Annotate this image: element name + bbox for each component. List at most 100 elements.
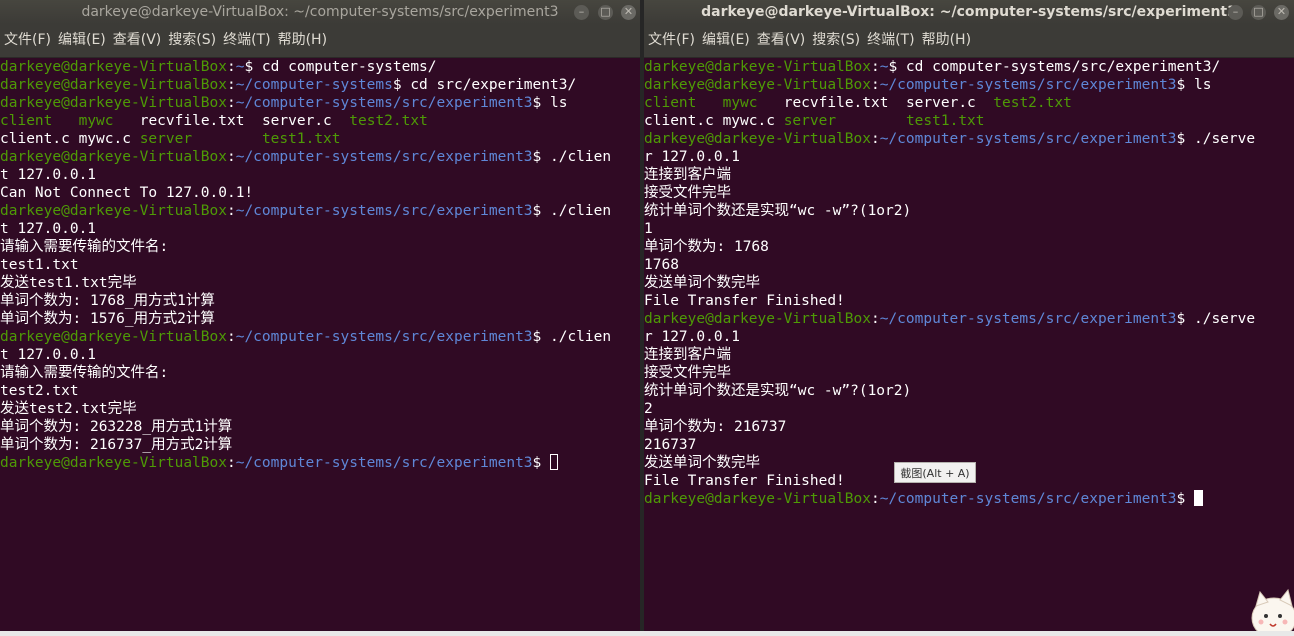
prompt-separator: :	[226, 59, 236, 75]
terminal-line: 单词个数为: 1768	[644, 238, 1286, 256]
menu-item[interactable]: 文件(F)	[0, 24, 51, 57]
title-bar[interactable]: darkeye@darkeye-VirtualBox: ~/computer-s…	[644, 0, 1294, 24]
prompt-user: darkeye@darkeye-VirtualBox	[644, 59, 871, 75]
ls-entry: mywc.c	[78, 131, 131, 147]
prompt-path: ~/computer-systems/src/experiment3	[235, 203, 533, 219]
terminal-line: darkeye@darkeye-VirtualBox:~$ cd compute…	[644, 58, 1286, 76]
terminal-window-left[interactable]: darkeye@darkeye-VirtualBox: ~/computer-s…	[0, 0, 640, 636]
maximize-button[interactable]: □	[1251, 5, 1266, 20]
terminal-line: darkeye@darkeye-VirtualBox:~/computer-sy…	[0, 454, 632, 472]
prompt-path: ~/computer-systems/src/experiment3	[879, 491, 1177, 507]
output-text: 请输入需要传输的文件名:	[0, 365, 169, 381]
output-text: Can Not Connect To 127.0.0.1!	[0, 185, 254, 201]
terminal-line: client.c mywc.c server test1.txt	[644, 112, 1286, 130]
output-text: 单词个数为: 216737	[644, 419, 787, 435]
output-text: 单词个数为: 1768_用方式1计算	[0, 293, 215, 309]
menu-item[interactable]: 搜索(S)	[164, 24, 216, 57]
menu-item[interactable]: 编辑(E)	[698, 24, 750, 57]
output-text: 2	[644, 401, 653, 417]
maximize-button[interactable]: □	[598, 5, 613, 20]
output-text: 接受文件完毕	[644, 185, 731, 201]
window-title: darkeye@darkeye-VirtualBox: ~/computer-s…	[701, 4, 1237, 20]
menu-item[interactable]: 查看(V)	[753, 24, 806, 57]
output-text: File Transfer Finished!	[644, 293, 845, 309]
terminal-line: r 127.0.0.1	[644, 328, 1286, 346]
minimize-button[interactable]: –	[1228, 5, 1243, 20]
terminal-line: File Transfer Finished!	[644, 292, 1286, 310]
output-text: File Transfer Finished!	[644, 473, 845, 489]
terminal-output[interactable]: darkeye@darkeye-VirtualBox:~$ cd compute…	[644, 58, 1286, 636]
terminal-output[interactable]: darkeye@darkeye-VirtualBox:~$ cd compute…	[0, 58, 632, 636]
menu-item[interactable]: 编辑(E)	[54, 24, 106, 57]
prompt-path: ~/computer-systems/src/experiment3	[879, 77, 1177, 93]
menu-bar: 文件(F) 编辑(E) 查看(V) 搜索(S) 终端(T) 帮助(H)	[644, 24, 1294, 58]
close-button[interactable]: ✕	[621, 5, 636, 20]
terminal-line: 1	[644, 220, 1286, 238]
output-text: 单词个数为: 1768	[644, 239, 769, 255]
prompt-separator: :	[870, 311, 880, 327]
terminal-line: darkeye@darkeye-VirtualBox:~/computer-sy…	[644, 490, 1286, 508]
terminal-line: t 127.0.0.1	[0, 346, 632, 364]
menu-item[interactable]: 帮助(H)	[918, 24, 971, 57]
prompt-separator: :	[226, 95, 236, 111]
ls-entry: mywc	[722, 95, 758, 111]
terminal-line: 连接到客户端	[644, 166, 1286, 184]
terminal-line: darkeye@darkeye-VirtualBox:~/computer-sy…	[0, 202, 632, 220]
terminal-line: 1768	[644, 256, 1286, 274]
terminal-line: darkeye@darkeye-VirtualBox:~/computer-sy…	[644, 76, 1286, 94]
prompt-separator: :	[870, 77, 880, 93]
close-button[interactable]: ✕	[1274, 5, 1289, 20]
prompt-dollar: $	[392, 77, 402, 93]
terminal-line: darkeye@darkeye-VirtualBox:~/computer-sy…	[644, 310, 1286, 328]
prompt-separator: :	[870, 491, 880, 507]
terminal-line: t 127.0.0.1	[0, 166, 632, 184]
terminal-line: darkeye@darkeye-VirtualBox:~/computer-sy…	[0, 148, 632, 166]
prompt-user: darkeye@darkeye-VirtualBox	[0, 329, 227, 345]
terminal-line: 请输入需要传输的文件名:	[0, 238, 632, 256]
ls-entry: recvfile.txt	[139, 113, 245, 129]
menu-item[interactable]: 搜索(S)	[808, 24, 860, 57]
output-text: 统计单词个数还是实现“wc -w”?(1or2)	[644, 203, 912, 219]
output-text: 单词个数为: 216737_用方式2计算	[0, 437, 233, 453]
prompt-path: ~/computer-systems	[235, 77, 393, 93]
output-text: r 127.0.0.1	[644, 329, 741, 345]
terminal-line: 发送单词个数完毕	[644, 274, 1286, 292]
cat-mascot-icon[interactable]	[1248, 578, 1294, 636]
ls-entry: client	[0, 113, 53, 129]
minimize-button[interactable]: –	[574, 5, 589, 20]
output-text: 发送test1.txt完毕	[0, 275, 137, 291]
prompt-user: darkeye@darkeye-VirtualBox	[0, 77, 227, 93]
output-text: 连接到客户端	[644, 347, 731, 363]
output-text: 发送单词个数完毕	[644, 275, 760, 291]
output-text: 单词个数为: 1576_用方式2计算	[0, 311, 215, 327]
prompt-dollar: $	[1176, 311, 1186, 327]
terminal-line: 发送test1.txt完毕	[0, 274, 632, 292]
prompt-path: ~/computer-systems/src/experiment3	[235, 95, 533, 111]
ls-entry: client.c	[0, 131, 70, 147]
title-bar[interactable]: darkeye@darkeye-VirtualBox: ~/computer-s…	[0, 0, 640, 24]
prompt-user: darkeye@darkeye-VirtualBox	[0, 149, 227, 165]
prompt-dollar: $	[532, 329, 542, 345]
output-text: 发送test2.txt完毕	[0, 401, 137, 417]
menu-item[interactable]: 文件(F)	[644, 24, 695, 57]
terminal-line: 接受文件完毕	[644, 184, 1286, 202]
terminal-line: darkeye@darkeye-VirtualBox:~$ cd compute…	[0, 58, 632, 76]
terminal-line: test2.txt	[0, 382, 632, 400]
output-text: t 127.0.0.1	[0, 347, 97, 363]
prompt-separator: :	[226, 329, 236, 345]
prompt-user: darkeye@darkeye-VirtualBox	[0, 455, 227, 471]
terminal-cursor	[550, 454, 558, 470]
menu-item[interactable]: 终端(T)	[863, 24, 914, 57]
output-text: 接受文件完毕	[644, 365, 731, 381]
menu-item[interactable]: 终端(T)	[219, 24, 270, 57]
terminal-line: 单词个数为: 216737_用方式2计算	[0, 436, 632, 454]
ls-entry: mywc.c	[722, 113, 775, 129]
terminal-line: 2	[644, 400, 1286, 418]
menu-item[interactable]: 查看(V)	[109, 24, 162, 57]
terminal-line: 统计单词个数还是实现“wc -w”?(1or2)	[644, 202, 1286, 220]
command-text: ./clien	[541, 329, 612, 345]
prompt-separator: :	[226, 203, 236, 219]
ls-entry: test1.txt	[261, 131, 341, 147]
menu-item[interactable]: 帮助(H)	[274, 24, 327, 57]
terminal-window-right[interactable]: darkeye@darkeye-VirtualBox: ~/computer-s…	[644, 0, 1294, 636]
